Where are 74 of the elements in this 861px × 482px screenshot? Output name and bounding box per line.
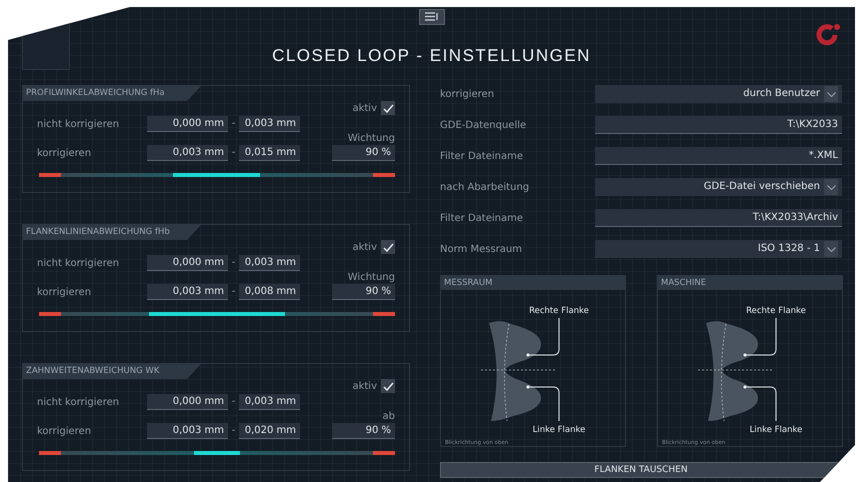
dropdown[interactable]: ISO 1328 - 1 — [595, 240, 842, 258]
input-field[interactable]: 0,000 mm — [147, 394, 228, 410]
input-field[interactable]: 0,003 mm — [147, 145, 228, 161]
range-dash: - — [230, 256, 236, 270]
field-label: Filter Dateiname — [440, 150, 524, 164]
row-label: nicht korrigieren — [36, 256, 120, 270]
dropdown[interactable]: durch Benutzer — [595, 85, 842, 103]
caret-icon — [826, 184, 836, 190]
section-title: ZAHNWEITENABWEICHUNG WK — [23, 364, 201, 379]
leader-line — [744, 386, 776, 422]
input-field[interactable]: 0,000 mm — [147, 116, 228, 132]
row-label: korrigieren — [36, 424, 92, 438]
field-label: nach Abarbeitung — [440, 180, 530, 194]
limit-marker — [39, 451, 61, 455]
checkbox-label: aktiv — [352, 380, 377, 394]
caret-icon — [826, 246, 836, 252]
panel-title: MASCHINE — [658, 276, 842, 290]
field-label: Filter Dateiname — [440, 212, 524, 226]
dropdown[interactable]: GDE-Datei verschieben — [595, 178, 842, 196]
checkbox[interactable] — [381, 240, 395, 254]
checkbox-label: aktiv — [352, 240, 377, 254]
input-field[interactable]: 0,020 mm — [239, 423, 300, 439]
row-label: nicht korrigieren — [36, 118, 120, 132]
range-dash: - — [230, 395, 236, 409]
leader-line — [526, 386, 560, 422]
field-label: Norm Messraum — [440, 242, 523, 256]
caret-icon — [826, 92, 836, 96]
input-field[interactable]: 0,003 mm — [147, 284, 228, 300]
frame-outline — [22, 22, 70, 70]
menu-icon[interactable] — [418, 9, 444, 25]
weight-label: Wichtung — [346, 271, 395, 284]
input-field[interactable]: *.XML — [595, 147, 842, 165]
leader-line — [526, 318, 560, 356]
flank-label: Linke Flanke — [532, 425, 586, 435]
range-dash: - — [230, 146, 236, 160]
input-field[interactable]: 0,015 mm — [239, 145, 300, 161]
logo-icon — [815, 22, 841, 47]
flank-label: Rechte Flanke — [746, 306, 806, 316]
limit-marker — [39, 312, 61, 316]
input-field[interactable]: 0,003 mm — [239, 116, 300, 132]
row-label: korrigieren — [36, 286, 92, 300]
input-field[interactable]: 0,008 mm — [239, 284, 300, 300]
limit-marker — [373, 173, 395, 177]
input-field[interactable]: T:\KX2033\Archiv — [595, 209, 842, 227]
panel-title: MESSRAUM — [441, 276, 625, 290]
input-field[interactable]: 90 % — [332, 423, 395, 439]
field-label: GDE-Datenquelle — [440, 118, 528, 132]
input-field[interactable]: 0,003 mm — [239, 255, 300, 271]
checkbox[interactable] — [381, 101, 395, 115]
leader-line — [744, 318, 776, 356]
input-field[interactable]: 0,003 mm — [147, 423, 228, 439]
checkbox[interactable] — [381, 379, 395, 393]
input-field[interactable]: 0,003 mm — [239, 394, 300, 410]
section-title: PROFILWINKELABWEICHUNG fHa — [23, 86, 201, 101]
range-dash: - — [230, 424, 236, 438]
input-field[interactable]: 0,000 mm — [147, 255, 228, 271]
row-label: korrigieren — [36, 146, 92, 160]
row-label: nicht korrigieren — [36, 396, 120, 410]
input-field[interactable]: 90 % — [332, 284, 395, 300]
limit-marker — [373, 451, 395, 455]
range-dash: - — [230, 285, 236, 299]
input-field[interactable]: 90 % — [332, 145, 395, 161]
flank-label: Rechte Flanke — [529, 306, 589, 316]
limit-marker — [373, 312, 395, 316]
range-dash: - — [230, 117, 236, 131]
flank-label: Linke Flanke — [750, 425, 802, 435]
section-title: FLANKENLINIENABWEICHUNG fHb — [23, 225, 201, 240]
weight-label: ab — [382, 410, 395, 423]
checkbox-label: aktiv — [352, 102, 377, 116]
page-title: CLOSED LOOP - EINSTELLUNGEN — [272, 44, 591, 67]
input-field[interactable]: T:\KX2033 — [595, 116, 842, 134]
limit-marker — [39, 173, 61, 177]
field-label: korrigieren — [440, 88, 496, 102]
weight-label: Wichtung — [346, 132, 395, 145]
